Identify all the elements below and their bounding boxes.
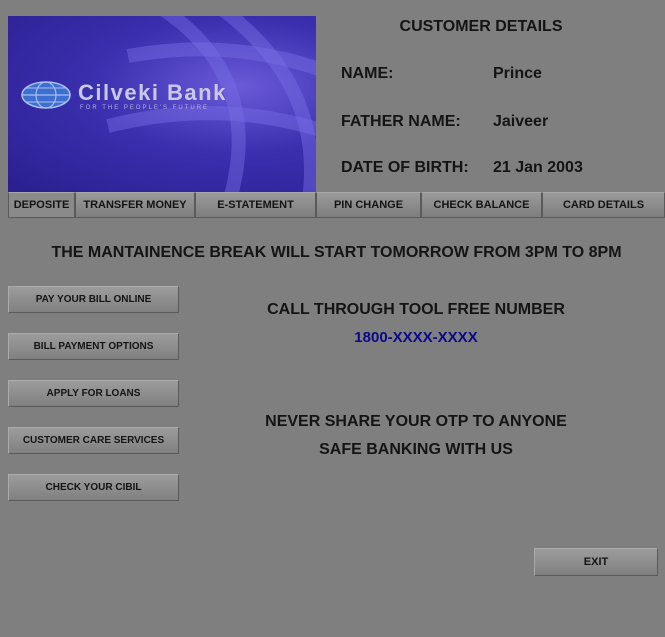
tab-card-details[interactable]: CARD DETAILS [542, 192, 665, 218]
pay-bill-online-button[interactable]: PAY YOUR BILL ONLINE [8, 286, 179, 313]
tab-e-statement[interactable]: E-STATEMENT [195, 192, 316, 218]
maintenance-notice: THE MANTAINENCE BREAK WILL START TOMORRO… [51, 244, 622, 261]
globe-icon [21, 81, 71, 109]
otp-warning-text: NEVER SHARE YOUR OTP TO ANYONE [265, 413, 567, 430]
bill-payment-options-button[interactable]: BILL PAYMENT OPTIONS [8, 333, 179, 360]
apply-for-loans-button[interactable]: APPLY FOR LOANS [8, 380, 179, 407]
bank-banner: Cilveki Bank FOR THE PEOPLE'S FUTURE [8, 16, 316, 192]
tab-check-balance[interactable]: CHECK BALANCE [421, 192, 542, 218]
customer-care-services-button[interactable]: CUSTOMER CARE SERVICES [8, 427, 179, 454]
bank-name: Cilveki Bank [78, 80, 227, 105]
tab-transfer-money[interactable]: TRANSFER MONEY [75, 192, 195, 218]
customer-details-heading: CUSTOMER DETAILS [399, 18, 563, 35]
name-label: NAME: [341, 65, 394, 82]
call-toll-free-text: CALL THROUGH TOOL FREE NUMBER [267, 301, 565, 318]
safe-banking-text: SAFE BANKING WITH US [319, 441, 513, 458]
bank-tagline: FOR THE PEOPLE'S FUTURE [80, 105, 210, 111]
dob-label: DATE OF BIRTH: [341, 159, 469, 176]
tab-deposite[interactable]: DEPOSITE [8, 192, 75, 218]
toll-free-number: 1800-XXXX-XXXX [354, 329, 478, 346]
name-value: Prince [493, 65, 542, 82]
father-name-label: FATHER NAME: [341, 113, 461, 130]
nav-bar: DEPOSITE TRANSFER MONEY E-STATEMENT PIN … [8, 192, 665, 218]
exit-button[interactable]: EXIT [534, 548, 658, 576]
tab-pin-change[interactable]: PIN CHANGE [316, 192, 421, 218]
check-cibil-button[interactable]: CHECK YOUR CIBIL [8, 474, 179, 501]
father-name-value: Jaiveer [493, 113, 549, 130]
dob-value: 21 Jan 2003 [493, 159, 583, 176]
